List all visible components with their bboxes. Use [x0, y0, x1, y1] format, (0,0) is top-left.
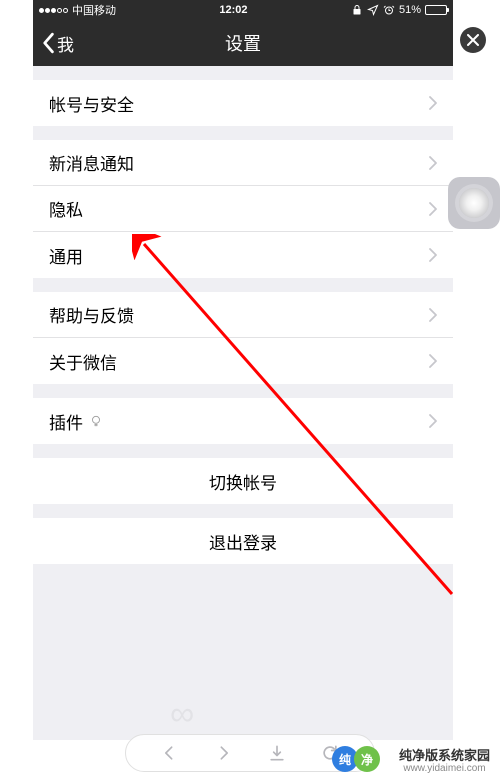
close-button[interactable] — [460, 27, 486, 53]
chevron-left-icon — [41, 32, 55, 54]
toolbar-prev-button[interactable] — [160, 743, 180, 763]
assistive-touch-icon — [459, 188, 489, 218]
back-label: 我 — [57, 31, 74, 56]
back-button[interactable]: 我 — [33, 20, 82, 66]
alarm-icon — [383, 4, 395, 16]
battery-pct-label: 51% — [399, 4, 421, 16]
cell-plugins[interactable]: 插件 — [33, 398, 453, 444]
group-logout: 退出登录 — [33, 518, 453, 564]
cell-label: 关于微信 — [49, 349, 117, 374]
cell-label: 插件 — [49, 409, 103, 434]
battery-icon — [425, 5, 447, 15]
group-account: 帐号与安全 — [33, 80, 453, 126]
page-title: 设置 — [33, 30, 453, 56]
chevron-right-icon — [429, 96, 437, 110]
toolbar-download-button[interactable] — [267, 743, 287, 763]
group-switch: 切换帐号 — [33, 458, 453, 504]
cell-general[interactable]: 通用 — [33, 232, 453, 278]
cell-label: 新消息通知 — [49, 150, 134, 175]
chevron-right-icon — [429, 354, 437, 368]
cell-help-feedback[interactable]: 帮助与反馈 — [33, 292, 453, 338]
cell-privacy[interactable]: 隐私 — [33, 186, 453, 232]
signal-icon — [39, 8, 68, 13]
cell-switch-account[interactable]: 切换帐号 — [33, 458, 453, 504]
cell-notifications[interactable]: 新消息通知 — [33, 140, 453, 186]
watermark-faint: ∞ — [170, 695, 194, 734]
cell-label: 帐号与安全 — [49, 91, 134, 116]
assistive-touch-button[interactable] — [448, 177, 500, 229]
cell-account-security[interactable]: 帐号与安全 — [33, 80, 453, 126]
lock-icon — [351, 4, 363, 16]
cell-about-wechat[interactable]: 关于微信 — [33, 338, 453, 384]
chevron-right-icon — [429, 156, 437, 170]
toolbar-next-button[interactable] — [213, 743, 233, 763]
cell-label: 帮助与反馈 — [49, 302, 134, 327]
watermark-name: 纯净版系统家园 — [399, 745, 490, 764]
clock-label: 12:02 — [219, 4, 247, 16]
phone-frame: 中国移动 12:02 51% 我 设置 帐号与安全 — [33, 0, 453, 740]
cell-label: 切换帐号 — [209, 469, 277, 494]
watermark-logo: 纯 净 — [332, 746, 380, 772]
watermark-url: www.yidaimei.com — [399, 763, 490, 774]
cell-label: 退出登录 — [209, 529, 277, 554]
chevron-right-icon — [429, 308, 437, 322]
nav-bar: 我 设置 — [33, 20, 453, 66]
group-plugins: 插件 — [33, 398, 453, 444]
close-icon — [467, 34, 479, 46]
cell-label: 通用 — [49, 243, 83, 268]
chevron-right-icon — [429, 414, 437, 428]
group-prefs: 新消息通知 隐私 通用 — [33, 140, 453, 278]
cell-label: 隐私 — [49, 196, 83, 221]
watermark-logo-icon: 净 — [354, 746, 380, 772]
carrier-label: 中国移动 — [72, 2, 116, 18]
location-icon — [367, 4, 379, 16]
chevron-right-icon — [429, 248, 437, 262]
bulb-icon — [89, 414, 103, 428]
status-bar: 中国移动 12:02 51% — [33, 0, 453, 20]
cell-logout[interactable]: 退出登录 — [33, 518, 453, 564]
group-help: 帮助与反馈 关于微信 — [33, 292, 453, 384]
chevron-right-icon — [429, 202, 437, 216]
watermark-text: 纯净版系统家园 www.yidaimei.com — [399, 745, 490, 774]
